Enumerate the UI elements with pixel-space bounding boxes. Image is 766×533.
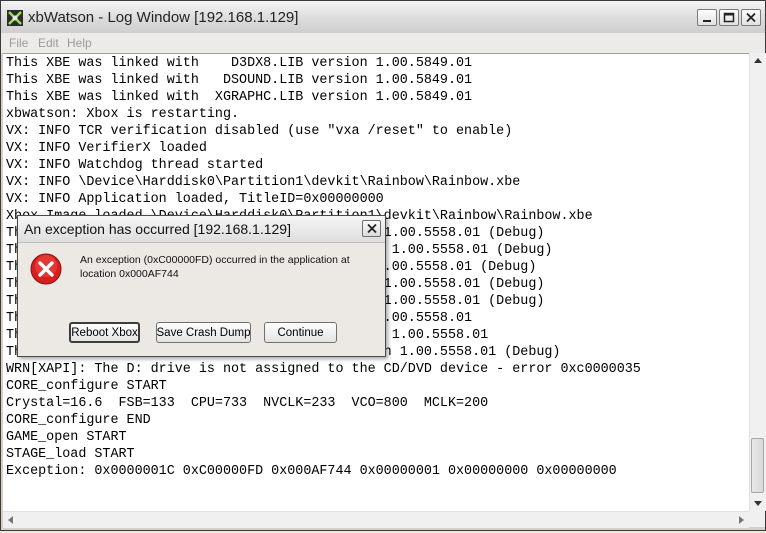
log-line: This XBE was linked with D3DX8.LIB versi…: [6, 56, 473, 71]
app-icon: [7, 10, 23, 26]
maximize-button[interactable]: [719, 9, 739, 26]
close-button[interactable]: [741, 9, 761, 26]
scroll-right-button[interactable]: [733, 512, 749, 528]
minimize-button[interactable]: [697, 9, 717, 26]
log-line: This XBE was linked with XGRAPHC.LIB ver…: [6, 90, 473, 105]
dialog-message: An exception (0xC00000FD) occurred in th…: [80, 254, 350, 280]
exception-dialog: An exception has occurred [192.168.1.129…: [17, 215, 386, 357]
continue-button[interactable]: Continue: [264, 322, 337, 343]
xbwatson-window: xbWatson - Log Window [192.168.1.129] Fi…: [0, 0, 766, 531]
log-line: GAME_open START: [6, 430, 127, 445]
arrow-left-icon: [8, 516, 13, 524]
horizontal-scrollbar[interactable]: [3, 511, 749, 528]
log-line: VX: INFO Application loaded, TitleID=0x0…: [6, 192, 384, 207]
log-line: VX: INFO VerifierX loaded: [6, 141, 207, 156]
minimize-icon: [703, 20, 711, 22]
dialog-close-button[interactable]: [362, 220, 381, 237]
error-icon: [30, 253, 62, 285]
dialog-title: An exception has occurred [192.168.1.129…: [24, 221, 291, 237]
reboot-xbox-button[interactable]: Reboot Xbox: [69, 322, 140, 343]
log-line: VX: INFO Watchdog thread started: [6, 158, 264, 173]
close-icon: [746, 12, 756, 23]
log-line: CORE_configure END: [6, 413, 151, 428]
log-line: CORE_configure START: [6, 379, 167, 394]
maximize-icon: [723, 12, 735, 23]
menu-file[interactable]: File: [9, 36, 28, 50]
log-line: VX: INFO TCR verification disabled (use …: [6, 124, 513, 139]
menu-edit[interactable]: Edit: [38, 36, 59, 50]
window-title: xbWatson - Log Window [192.168.1.129]: [28, 9, 299, 26]
arrow-down-icon: [754, 501, 762, 506]
log-line: This XBE was linked with DSOUND.LIB vers…: [6, 73, 473, 88]
log-line: WRN[XAPI]: The D: drive is not assigned …: [6, 362, 641, 377]
log-line: VX: INFO \Device\Harddisk0\Partition1\de…: [6, 175, 521, 190]
menu-bar: File Edit Help: [1, 33, 765, 53]
scroll-left-button[interactable]: [3, 512, 19, 528]
scroll-down-button[interactable]: [750, 495, 766, 511]
dialog-title-bar[interactable]: An exception has occurred [192.168.1.129…: [18, 216, 385, 243]
size-grip[interactable]: [749, 511, 765, 527]
save-crash-dump-button[interactable]: Save Crash Dump: [156, 322, 251, 343]
log-line: Crystal=16.6 FSB=133 CPU=733 NVCLK=233 V…: [6, 396, 489, 411]
log-line: xbwatson: Xbox is restarting.: [6, 107, 240, 122]
arrow-up-icon: [754, 58, 762, 63]
title-bar[interactable]: xbWatson - Log Window [192.168.1.129]: [1, 1, 765, 34]
log-line: Exception: 0x0000001C 0xC00000FD 0x000AF…: [6, 464, 617, 479]
vertical-scrollbar[interactable]: [749, 53, 766, 511]
log-line: STAGE_load START: [6, 447, 135, 462]
arrow-right-icon: [739, 516, 744, 524]
close-icon: [367, 223, 377, 234]
vertical-scroll-thumb[interactable]: [751, 438, 764, 493]
scroll-up-button[interactable]: [750, 53, 766, 69]
menu-help[interactable]: Help: [67, 36, 92, 50]
